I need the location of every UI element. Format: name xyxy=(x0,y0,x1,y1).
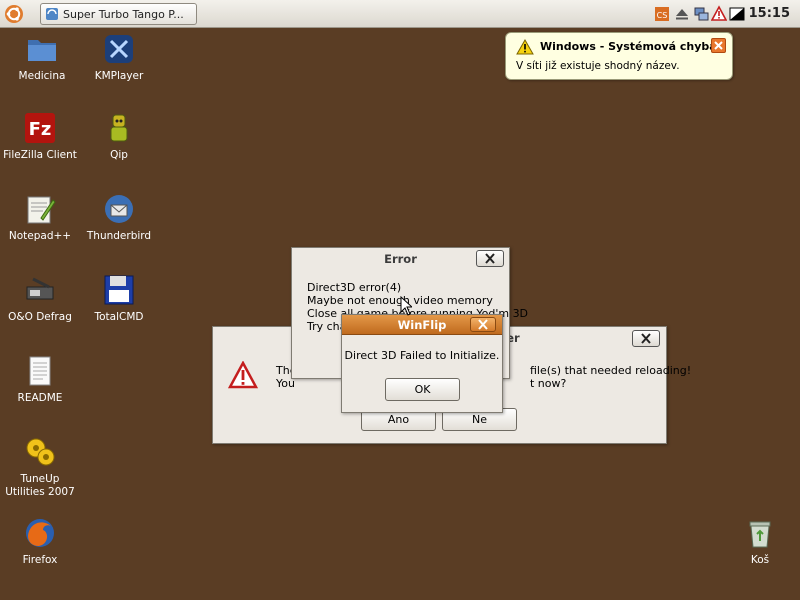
ok-button[interactable]: OK xyxy=(385,378,460,401)
thunderbird-icon xyxy=(105,195,133,223)
desktop-icon-label: TuneUp Utilities 2007 xyxy=(5,473,75,498)
warning-icon xyxy=(516,39,534,55)
desktop-icon-label: README xyxy=(17,392,63,404)
notification-balloon[interactable]: Windows - Systémová chyba V síti již exi… xyxy=(505,32,733,80)
desktop-icon-firefox[interactable]: Firefox xyxy=(0,516,80,567)
taskbar-window-button[interactable]: Super Turbo Tango P... xyxy=(40,3,197,25)
folder-icon xyxy=(28,40,56,61)
desktop-icon-label: Firefox xyxy=(22,554,58,566)
close-button[interactable] xyxy=(470,317,496,332)
balloon-message: V síti již existuje shodný název. xyxy=(516,60,680,72)
desktop-icon-label: Qip xyxy=(110,149,128,161)
dialog-text: file(s) that needed reloading! xyxy=(530,364,692,377)
desktop-icon-medicina[interactable]: Medicina xyxy=(2,32,82,83)
desktop-icon-thunderbird[interactable]: Thunderbird xyxy=(79,192,159,243)
winflip-message: Direct 3D Failed to Initialize. xyxy=(344,349,500,362)
svg-text:Fz: Fz xyxy=(29,119,52,140)
defrag-icon xyxy=(26,277,54,300)
warning-icon xyxy=(228,361,258,389)
desktop-icon-label: Thunderbird xyxy=(86,230,152,242)
close-button[interactable] xyxy=(476,250,504,267)
close-icon xyxy=(478,319,488,330)
close-icon xyxy=(714,41,723,50)
desktop-icon-qip[interactable]: Qip xyxy=(79,111,159,162)
balloon-title: Windows - Systémová chyba xyxy=(540,40,717,53)
taskbar-window-label: Super Turbo Tango P... xyxy=(63,7,184,21)
ubuntu-logo-icon[interactable] xyxy=(4,4,24,24)
mouse-cursor-icon xyxy=(400,296,412,316)
top-panel: Super Turbo Tango P... CS 15:15 xyxy=(0,0,800,28)
desktop-icon-totalcmd[interactable]: TotalCMD xyxy=(79,273,159,324)
dialog-text: t now? xyxy=(530,377,567,390)
desktop-icon-label: Notepad++ xyxy=(8,230,72,242)
desktop-icon-label: O&O Defrag xyxy=(8,311,72,323)
desktop-icon-label: TotalCMD xyxy=(94,311,144,323)
desktop-icon-trash[interactable]: Koš xyxy=(720,516,800,567)
text-document-icon xyxy=(29,356,51,386)
winflip-dialog[interactable]: WinFlip Direct 3D Failed to Initialize. … xyxy=(341,314,503,413)
qip-icon xyxy=(110,114,128,142)
warning-tray-icon[interactable] xyxy=(711,5,727,23)
kmplayer-icon xyxy=(105,35,133,63)
desktop-icon-readme[interactable]: README xyxy=(0,354,80,405)
firefox-icon xyxy=(26,519,54,547)
desktop-icon-label: Medicina xyxy=(18,70,66,82)
desktop-icon-label: Koš xyxy=(750,554,770,566)
clock[interactable]: 15:15 xyxy=(749,6,790,21)
svg-text:CS: CS xyxy=(657,11,668,20)
notepad-icon xyxy=(27,196,56,224)
trash-icon xyxy=(749,521,771,548)
display-tray-icon[interactable] xyxy=(729,5,745,23)
close-icon xyxy=(641,333,651,344)
desktop-icon-label: FileZilla Client xyxy=(3,149,77,161)
network-icon[interactable] xyxy=(693,5,709,23)
desktop-icon-oodefrag[interactable]: O&O Defrag xyxy=(0,273,80,324)
filezilla-icon: Fz xyxy=(25,113,55,143)
totalcmd-icon xyxy=(104,275,134,305)
cs-tray-icon[interactable]: CS xyxy=(655,5,669,23)
desktop-icon-label: KMPlayer xyxy=(94,70,144,82)
desktop-icon-filezilla[interactable]: Fz FileZilla Client xyxy=(0,111,80,162)
close-button[interactable] xyxy=(632,330,660,347)
close-icon xyxy=(485,253,495,264)
eject-icon[interactable] xyxy=(675,5,689,23)
desktop-icon-tuneup[interactable]: TuneUp Utilities 2007 xyxy=(0,435,80,499)
desktop-icon-notepadpp[interactable]: Notepad++ xyxy=(0,192,80,243)
balloon-close-button[interactable] xyxy=(711,38,726,53)
desktop-icon-kmplayer[interactable]: KMPlayer xyxy=(79,32,159,83)
winflip-app-icon xyxy=(46,8,58,20)
tuneup-icon xyxy=(26,438,55,466)
error-line: Direct3D error(4) xyxy=(307,281,402,294)
